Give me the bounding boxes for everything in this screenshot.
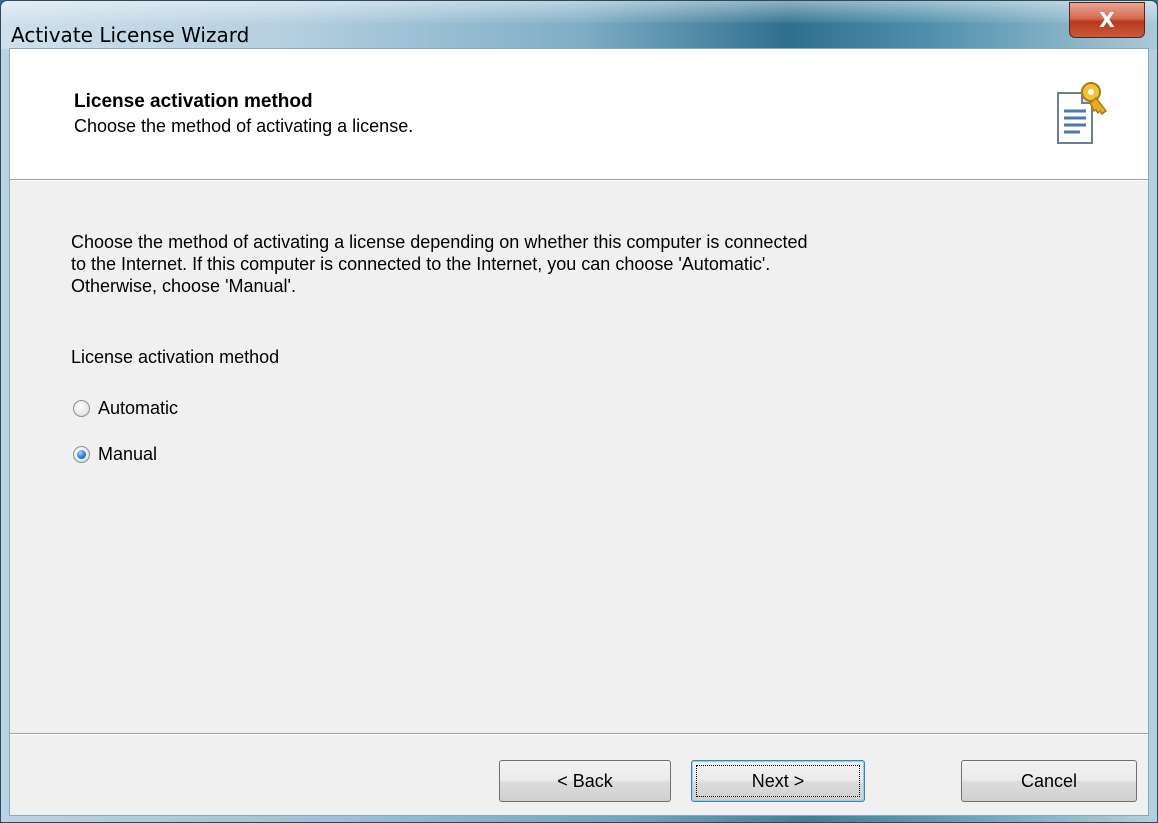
wizard-window: Activate License Wizard X License activa… bbox=[0, 0, 1158, 823]
next-button[interactable]: Next > bbox=[691, 760, 865, 802]
radio-manual[interactable]: Manual bbox=[73, 444, 157, 465]
footer-separator bbox=[10, 733, 1148, 735]
close-button[interactable]: X bbox=[1069, 2, 1145, 38]
description-line: Choose the method of activating a licens… bbox=[71, 232, 808, 252]
radio-automatic[interactable]: Automatic bbox=[73, 398, 178, 419]
page-subtitle: Choose the method of activating a licens… bbox=[74, 116, 414, 136]
cancel-button[interactable]: Cancel bbox=[961, 760, 1137, 802]
focus-rectangle bbox=[696, 765, 860, 797]
description-line: to the Internet. If this computer is con… bbox=[71, 254, 771, 274]
radio-manual-label[interactable]: Manual bbox=[98, 444, 157, 465]
description-line: Otherwise, choose 'Manual'. bbox=[71, 276, 296, 296]
license-document-key-icon bbox=[1057, 82, 1108, 144]
radio-automatic-label[interactable]: Automatic bbox=[98, 398, 178, 419]
wizard-client-area: License activation method Choose the met… bbox=[9, 48, 1149, 816]
header-separator bbox=[10, 179, 1148, 181]
radio-button-unchecked[interactable] bbox=[73, 400, 90, 417]
title-bar[interactable]: Activate License Wizard X bbox=[1, 1, 1157, 49]
radio-button-checked[interactable] bbox=[73, 446, 90, 463]
wizard-header: License activation method Choose the met… bbox=[10, 49, 1148, 179]
back-button[interactable]: < Back bbox=[499, 760, 671, 802]
activation-method-label: License activation method bbox=[71, 347, 280, 367]
page-title: License activation method bbox=[74, 91, 313, 112]
description-text: Choose the method of activating a licens… bbox=[71, 231, 971, 297]
window-title: Activate License Wizard bbox=[11, 23, 250, 47]
